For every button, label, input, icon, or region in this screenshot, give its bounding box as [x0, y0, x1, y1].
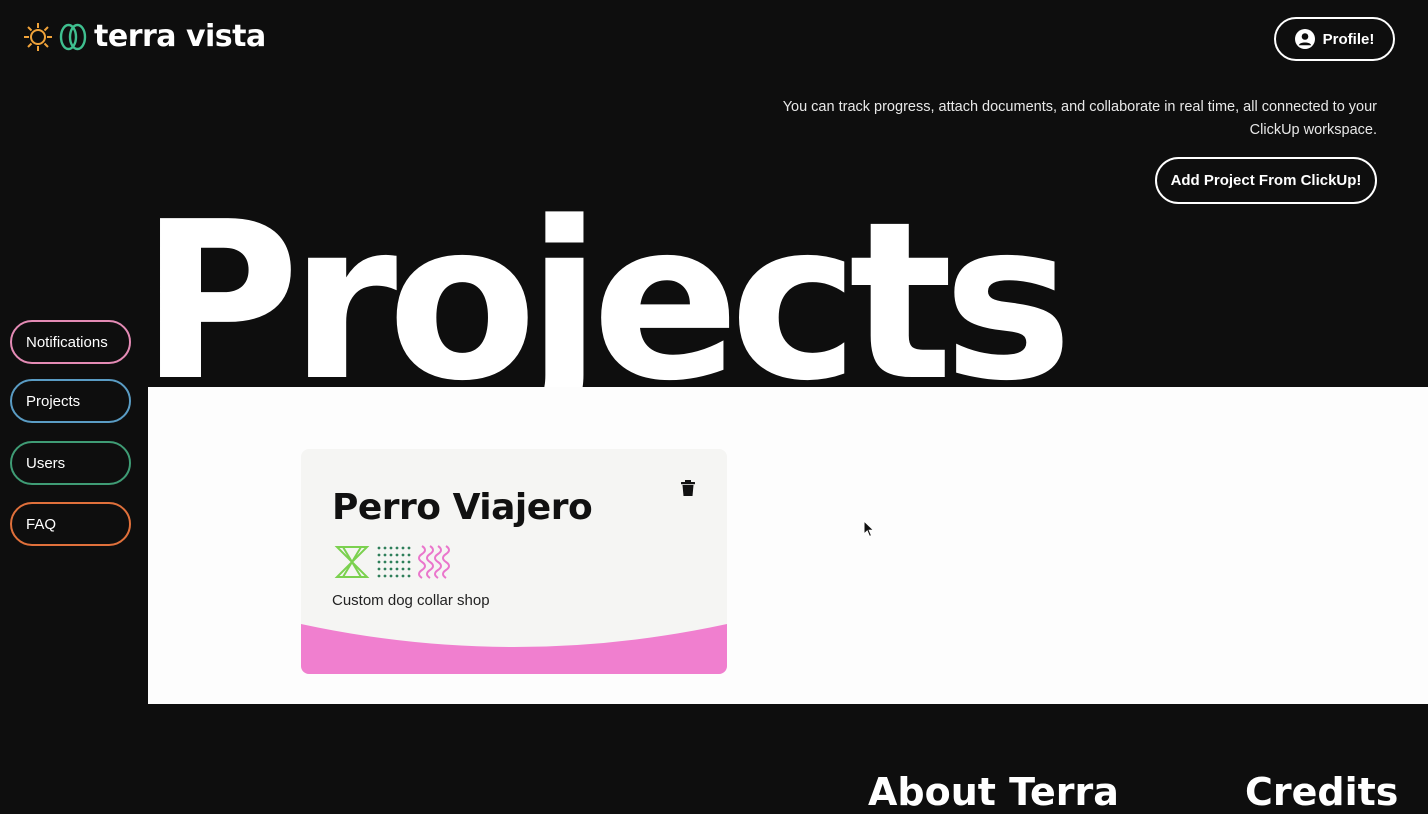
- project-description: Custom dog collar shop: [332, 592, 490, 609]
- card-accent-wave: [301, 624, 727, 674]
- about-heading: About Terra: [868, 770, 1119, 814]
- mouse-cursor-icon: [863, 520, 875, 538]
- sidebar-item-projects[interactable]: Projects: [10, 379, 131, 423]
- rings-logo-icon: [59, 23, 87, 51]
- wave-lines-icon: [418, 545, 450, 579]
- sidebar-item-label: FAQ: [26, 515, 57, 533]
- add-project-button-label: Add Project From ClickUp!: [1170, 172, 1362, 189]
- hourglass-pattern-icon: [334, 546, 370, 578]
- credits-heading: Credits: [1245, 770, 1399, 814]
- user-avatar-icon: [1294, 29, 1315, 49]
- sidebar-item-label: Notifications: [26, 333, 108, 351]
- project-icons: [334, 545, 454, 579]
- sidebar-item-label: Projects: [26, 392, 81, 410]
- page-title: Projects: [140, 192, 1140, 388]
- sidebar-item-faq[interactable]: FAQ: [10, 502, 131, 546]
- brand-name: terra vista: [94, 19, 266, 54]
- brand-logo[interactable]: terra vista: [22, 18, 266, 56]
- sun-logo-icon: [24, 23, 52, 51]
- trash-icon[interactable]: [679, 479, 697, 497]
- profile-button[interactable]: Profile!: [1274, 17, 1395, 61]
- sidebar-item-notifications[interactable]: Notifications: [10, 320, 131, 364]
- intro-text: You can track progress, attach documents…: [782, 99, 1377, 138]
- sidebar-item-label: Users: [26, 454, 66, 472]
- project-card[interactable]: Perro Viajero Custom dog collar shop: [301, 449, 727, 674]
- dot-grid-icon: [377, 546, 411, 578]
- sidebar-item-users[interactable]: Users: [10, 441, 131, 485]
- profile-button-label: Profile!: [1322, 30, 1375, 48]
- project-title: Perro Viajero: [332, 487, 593, 528]
- add-project-button[interactable]: Add Project From ClickUp!: [1155, 157, 1377, 204]
- page-title-text: Projects: [140, 192, 1073, 388]
